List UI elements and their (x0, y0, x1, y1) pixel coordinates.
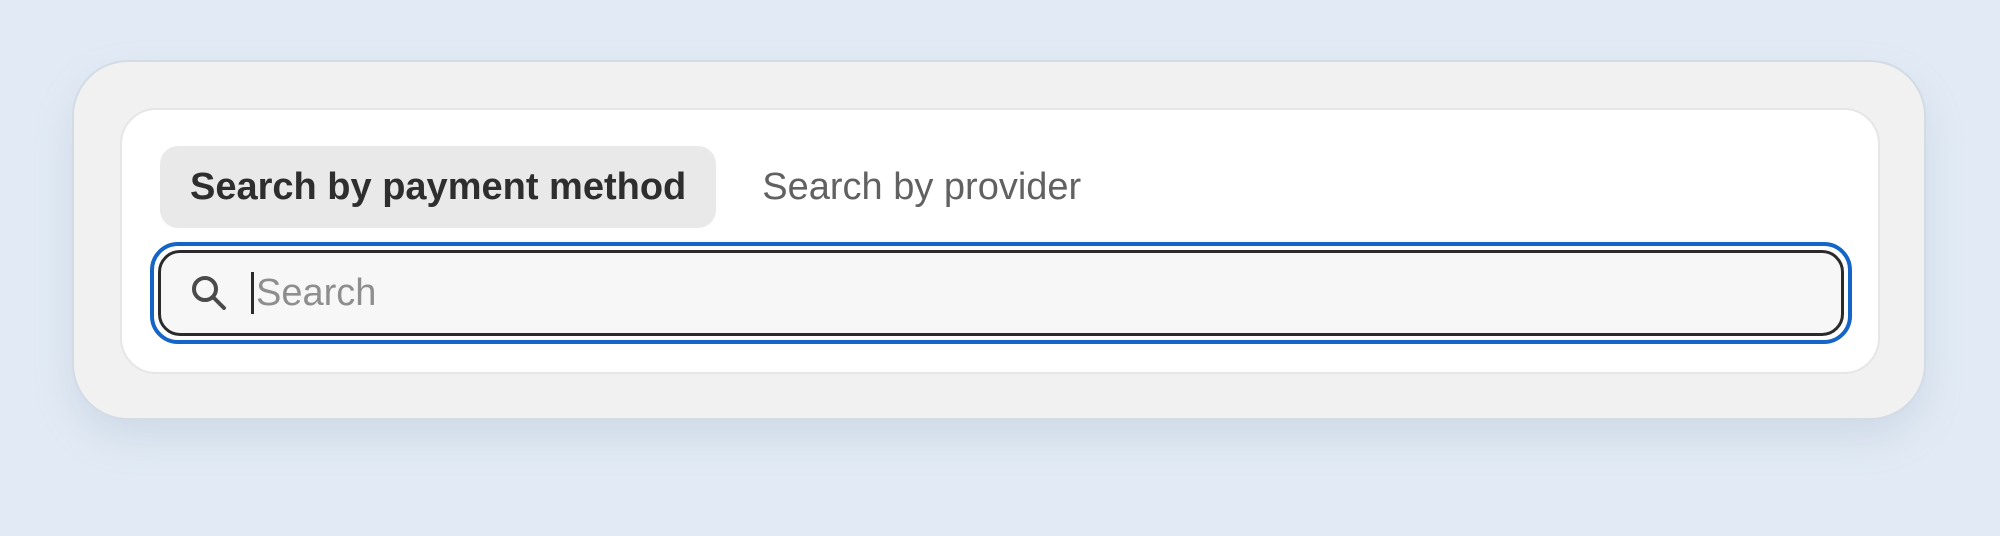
search-panel-container: Search by payment method Search by provi… (72, 60, 1926, 420)
search-mode-tabs: Search by payment method Search by provi… (160, 146, 1111, 228)
search-field[interactable] (158, 250, 1844, 336)
search-focus-ring (150, 242, 1852, 344)
text-caret (251, 272, 254, 314)
search-icon (189, 273, 229, 313)
search-panel: Search by payment method Search by provi… (120, 108, 1880, 374)
tab-search-by-provider[interactable]: Search by provider (732, 146, 1111, 228)
search-input[interactable] (256, 263, 1841, 323)
tab-search-by-payment-method[interactable]: Search by payment method (160, 146, 717, 228)
